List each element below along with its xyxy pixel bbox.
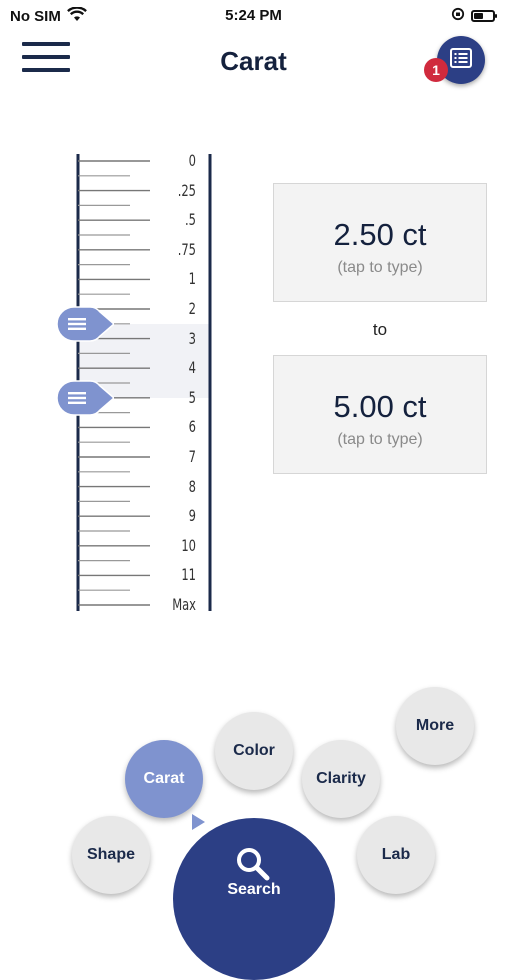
- ruler-tick-label: 8: [188, 476, 196, 496]
- ruler-tick-label: 11: [181, 565, 196, 585]
- ruler-tick-label: .25: [177, 180, 196, 200]
- ruler-tick-label: 7: [188, 447, 196, 466]
- ruler-tick-label: Max: [172, 595, 196, 614]
- ruler-tick-label: 10: [181, 535, 196, 555]
- ruler-tick-label: 2: [188, 299, 196, 318]
- ruler-tick-label: 6: [188, 417, 196, 437]
- ruler-tick-label: .5: [185, 210, 196, 230]
- ruler-tick-label: 0: [188, 151, 196, 170]
- ruler-tick-label: 5: [188, 387, 196, 407]
- min-carat-handle[interactable]: [56, 306, 114, 342]
- orientation-lock-icon: [451, 7, 465, 25]
- ruler-tick-label: 1: [188, 269, 196, 289]
- max-carat-value: 5.00 ct: [333, 389, 427, 424]
- lab-filter-button[interactable]: Lab: [357, 816, 435, 894]
- max-carat-handle[interactable]: [56, 380, 114, 416]
- ruler-tick-label: .75: [177, 239, 196, 259]
- shape-filter-label: Shape: [86, 846, 135, 863]
- ruler-tick-label: 4: [188, 358, 196, 378]
- search-label: Search: [227, 881, 281, 898]
- carat-filter-button[interactable]: Carat: [125, 740, 203, 818]
- status-bar: No SIM 5:24 PM: [0, 0, 507, 32]
- ruler-tick-label: 9: [188, 506, 196, 526]
- clarity-filter-button[interactable]: Clarity: [302, 740, 380, 818]
- min-carat-input[interactable]: 2.50 ct (tap to type): [273, 183, 487, 302]
- battery-icon: [471, 10, 497, 22]
- max-carat-hint: (tap to type): [337, 431, 423, 448]
- shape-filter-button[interactable]: Shape: [72, 816, 150, 894]
- ruler-tick-label: 3: [188, 328, 196, 348]
- min-carat-hint: (tap to type): [337, 259, 423, 276]
- drag-handle-icon: [56, 306, 114, 342]
- color-filter-button[interactable]: Color: [215, 712, 293, 790]
- more-filter-button[interactable]: More: [396, 687, 474, 765]
- color-filter-label: Color: [233, 742, 275, 759]
- clarity-filter-label: Clarity: [316, 770, 366, 787]
- list-icon: [450, 47, 472, 73]
- drag-handle-icon: [56, 380, 114, 416]
- carat-range-slider[interactable]: 0 .25 .5 .75 1 2 3 4 5 6 7 8 9 10 11 Max: [56, 150, 230, 620]
- range-separator: to: [372, 320, 388, 339]
- notification-badge: 1: [424, 58, 448, 82]
- lab-filter-label: Lab: [381, 846, 411, 863]
- search-button[interactable]: Search: [173, 818, 335, 980]
- clock: 5:24 PM: [225, 7, 282, 24]
- carat-filter-label: Carat: [143, 770, 185, 787]
- max-carat-input[interactable]: 5.00 ct (tap to type): [273, 355, 487, 474]
- active-filter-pointer-icon: [192, 814, 205, 830]
- min-carat-value: 2.50 ct: [333, 217, 427, 252]
- more-filter-label: More: [415, 717, 455, 734]
